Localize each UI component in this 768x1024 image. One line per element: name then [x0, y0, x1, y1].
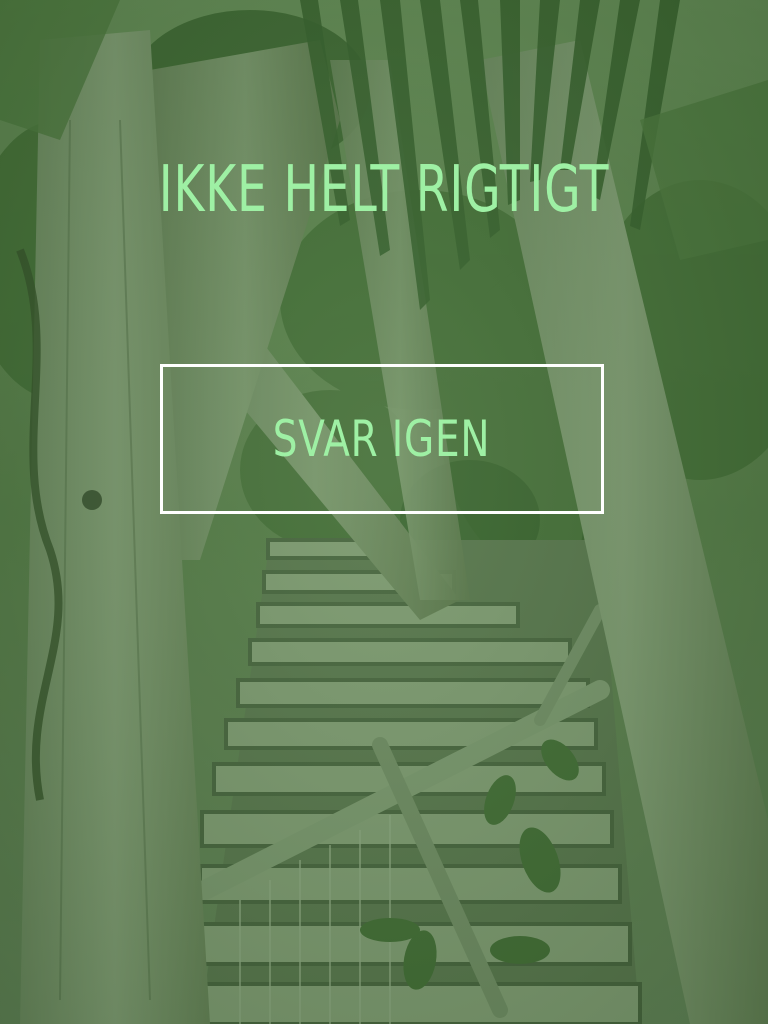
- retry-button[interactable]: SVAR IGEN: [160, 364, 604, 514]
- result-title: IKKE HELT RIGTIGT: [158, 153, 610, 227]
- retry-button-label: SVAR IGEN: [273, 410, 491, 468]
- game-result-screen: IKKE HELT RIGTIGT SVAR IGEN: [0, 0, 768, 1024]
